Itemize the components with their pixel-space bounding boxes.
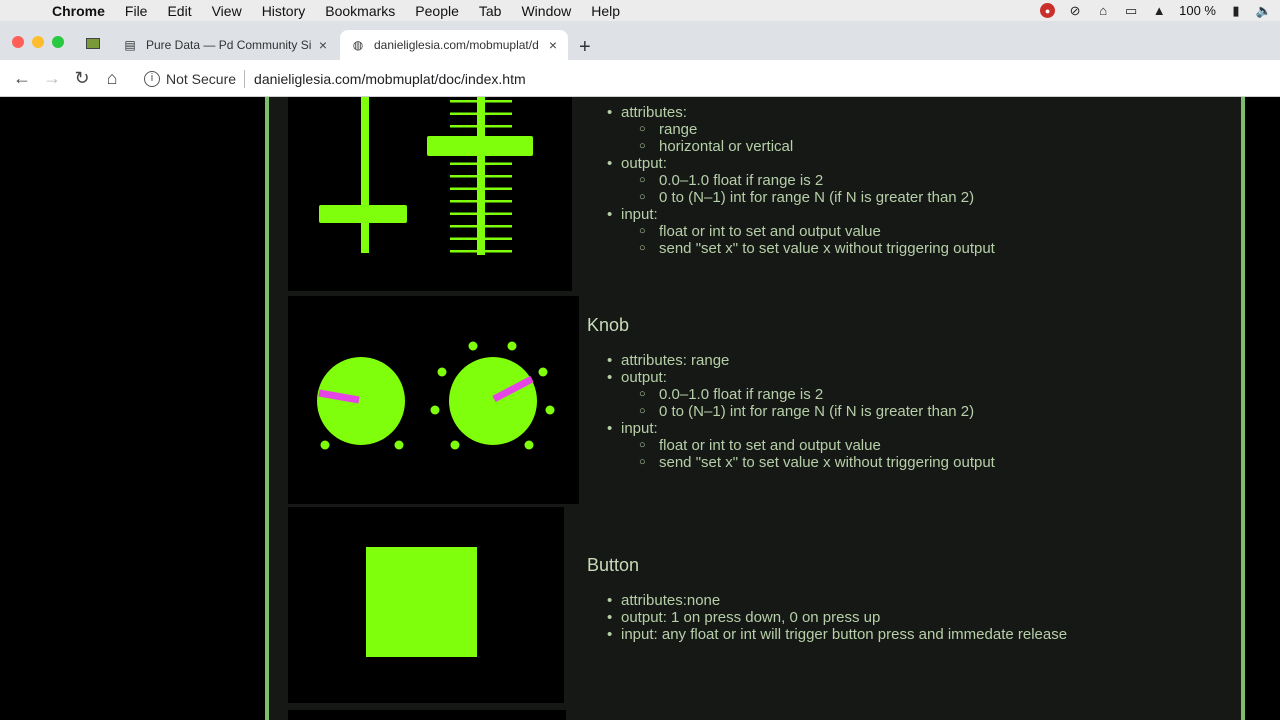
close-tab-icon[interactable]: ×	[544, 37, 562, 53]
attribute-orientation: horizontal or vertical	[587, 138, 995, 155]
knob-tick-dot	[430, 405, 440, 415]
menu-view[interactable]: View	[212, 3, 242, 19]
menu-window[interactable]: Window	[521, 3, 571, 19]
menu-bookmarks[interactable]: Bookmarks	[325, 3, 395, 19]
tab-strip: ▤ Pure Data — Pd Community Si × ◍ daniel…	[0, 21, 1280, 60]
input-set: float or int to set and output value	[587, 437, 995, 454]
next-widget-image	[288, 710, 566, 720]
knob-left	[317, 357, 405, 445]
input-item: input: any float or int will trigger but…	[587, 626, 1067, 643]
tray-app-icon[interactable]: ⌂	[1095, 3, 1111, 19]
knob-graphics	[317, 341, 555, 450]
slider-docs: attributes: range horizontal or vertical…	[587, 104, 995, 257]
output-float: 0.0–1.0 float if range is 2	[587, 386, 995, 403]
time-machine-icon[interactable]: ⊘	[1067, 3, 1083, 19]
security-label[interactable]: Not Secure	[166, 71, 236, 87]
battery-percent: 100 %	[1179, 3, 1216, 18]
attributes-item: attributes:	[587, 104, 995, 121]
menu-tab[interactable]: Tab	[479, 3, 502, 19]
output-item: output:	[587, 369, 995, 386]
input-set: float or int to set and output value	[587, 223, 995, 240]
knob-tick-dot	[545, 405, 555, 415]
vertical-slider-thumb	[319, 205, 407, 223]
knob-right	[449, 357, 537, 445]
airplay-icon[interactable]: ▲	[1151, 3, 1167, 19]
menu-bar: Chrome File Edit View History Bookmarks …	[0, 0, 1280, 21]
menu-history[interactable]: History	[262, 3, 306, 19]
menu-file[interactable]: File	[125, 3, 148, 19]
knob-left-min-dot	[320, 440, 330, 450]
knob-tick-dot	[538, 367, 548, 377]
button-graphics	[366, 547, 477, 657]
tab-title: Pure Data — Pd Community Si	[146, 38, 312, 52]
output-float: 0.0–1.0 float if range is 2	[587, 172, 995, 189]
home-icon[interactable]: ⌂	[102, 68, 122, 88]
menu-people[interactable]: People	[415, 3, 459, 19]
input-set-x: send "set x" to set value x without trig…	[587, 454, 995, 471]
knob-tick-dot	[524, 440, 534, 450]
vertical-slider-track	[361, 97, 369, 253]
menu-edit[interactable]: Edit	[167, 3, 191, 19]
slider-graphics	[319, 97, 533, 255]
input-item: input:	[587, 420, 995, 437]
ticked-slider-track	[477, 97, 485, 255]
close-tab-icon[interactable]: ×	[314, 37, 332, 53]
browser-toolbar: ← → ↻ ⌂ i Not Secure danieliglesia.com/m…	[0, 60, 1280, 97]
input-set-x: send "set x" to set value x without trig…	[587, 240, 995, 257]
attributes-item: attributes:none	[587, 592, 1067, 609]
button-docs: Button attributes:none output: 1 on pres…	[587, 555, 1067, 643]
knob-tick-dot	[507, 341, 517, 351]
input-item: input:	[587, 206, 995, 223]
knob-tick-dot	[468, 341, 478, 351]
maximize-window-button[interactable]	[52, 36, 64, 48]
forward-icon[interactable]: →	[42, 68, 62, 88]
knob-heading: Knob	[587, 315, 630, 335]
knob-docs: Knob attributes: range output: 0.0–1.0 f…	[587, 315, 995, 471]
new-tab-icon[interactable]: +	[579, 36, 591, 59]
omnibox-separator	[244, 70, 246, 88]
button-square	[366, 547, 477, 657]
menu-help[interactable]: Help	[591, 3, 620, 19]
url-text[interactable]: danieliglesia.com/mobmuplat/doc/index.ht…	[254, 71, 526, 87]
minimize-window-button[interactable]	[32, 36, 44, 48]
output-int: 0 to (N–1) int for range N (if N is grea…	[587, 403, 995, 420]
tab-mobmuplat[interactable]: ◍ danieliglesia.com/mobmuplat/d ×	[340, 30, 568, 60]
info-icon[interactable]: i	[144, 71, 160, 87]
ticked-slider-thumb	[427, 136, 533, 156]
output-int: 0 to (N–1) int for range N (if N is grea…	[587, 189, 995, 206]
back-icon[interactable]: ←	[12, 68, 32, 88]
reload-icon[interactable]: ↻	[72, 68, 92, 88]
knob-image	[288, 296, 579, 504]
tab-title: danieliglesia.com/mobmuplat/d	[374, 38, 539, 52]
output-item: output: 1 on press down, 0 on press up	[587, 609, 1067, 626]
output-item: output:	[587, 155, 995, 172]
close-window-button[interactable]	[12, 36, 24, 48]
battery-icon[interactable]: ▮	[1228, 3, 1244, 19]
knob-tick-dot	[450, 440, 460, 450]
pinned-tab-favicon-icon[interactable]	[86, 38, 100, 49]
knob-tick-dot	[437, 367, 447, 377]
menu-app-name[interactable]: Chrome	[52, 3, 105, 19]
slider-image	[288, 97, 572, 291]
globe-favicon-icon: ◍	[352, 38, 364, 52]
doc-content: attributes: range horizontal or vertical…	[265, 97, 1245, 720]
display-icon[interactable]: ▭	[1123, 3, 1139, 19]
volume-icon[interactable]: 🔈	[1256, 3, 1272, 19]
pd-favicon-icon: ▤	[124, 38, 136, 52]
address-bar[interactable]: i Not Secure danieliglesia.com/mobmuplat…	[134, 65, 1264, 93]
tab-pure-data[interactable]: ▤ Pure Data — Pd Community Si ×	[112, 30, 338, 60]
page-viewport[interactable]: attributes: range horizontal or vertical…	[0, 97, 1280, 720]
attributes-item: attributes: range	[587, 352, 995, 369]
button-heading: Button	[587, 555, 640, 575]
attribute-range: range	[587, 121, 995, 138]
button-image	[288, 507, 564, 703]
knob-left-max-dot	[394, 440, 404, 450]
record-icon[interactable]: ●	[1040, 3, 1056, 18]
